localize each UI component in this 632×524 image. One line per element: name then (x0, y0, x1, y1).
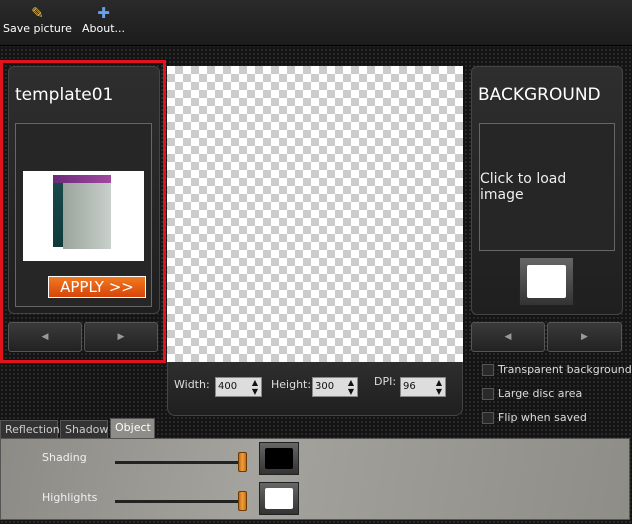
template-next-button[interactable]: ▶ (84, 322, 158, 352)
apply-button[interactable]: APPLY >> (48, 276, 146, 298)
background-next-button[interactable]: ▶ (547, 322, 622, 352)
about-button[interactable]: ✚ About... (82, 4, 125, 35)
load-background-button[interactable]: Click to load image (479, 123, 615, 251)
width-stepper[interactable]: 400 ▲ ▼ (215, 377, 262, 397)
background-panel: BACKGROUND Click to load image (471, 66, 623, 315)
stepper-arrows-icon[interactable]: ▲ ▼ (436, 378, 442, 396)
shading-slider-thumb[interactable] (238, 452, 247, 472)
highlights-label: Highlights (42, 491, 98, 504)
tab-reflection[interactable]: Reflection (0, 420, 60, 438)
highlights-slider-track[interactable] (115, 500, 241, 503)
template-prev-button[interactable]: ◀ (8, 322, 82, 352)
highlights-color-swatch[interactable] (259, 482, 299, 515)
template-title: template01 (15, 85, 114, 105)
stepper-arrows-icon[interactable]: ▲ ▼ (348, 378, 354, 396)
template-preview-frame[interactable]: APPLY >> (15, 123, 152, 307)
tab-object[interactable]: Object (110, 418, 155, 438)
template-panel: template01 APPLY >> (8, 66, 160, 314)
width-label: Width: (174, 378, 210, 391)
shading-slider-track[interactable] (115, 461, 241, 464)
save-picture-button[interactable]: ✎ Save picture (3, 4, 72, 35)
background-title: BACKGROUND (478, 85, 601, 105)
preview-canvas[interactable] (167, 66, 463, 362)
shading-color-swatch[interactable] (259, 442, 299, 475)
pencil-icon: ✎ (31, 4, 44, 22)
shading-label: Shading (42, 451, 87, 464)
template-thumbnail (23, 171, 144, 261)
size-panel: Width: 400 ▲ ▼ Height: 300 ▲ ▼ DPI: 96 ▲ ▼ (167, 362, 463, 416)
flip-when-saved-checkbox[interactable]: Flip when saved (482, 411, 587, 424)
background-prev-button[interactable]: ◀ (471, 322, 545, 352)
height-label: Height: (271, 378, 312, 391)
tab-shadow[interactable]: Shadow (60, 420, 108, 438)
height-stepper[interactable]: 300 ▲ ▼ (312, 377, 358, 397)
dpi-label: DPI: (374, 375, 397, 388)
background-color-swatch[interactable] (519, 257, 574, 306)
plus-icon: ✚ (97, 4, 110, 22)
toolbar: ✎ Save picture ✚ About... (0, 0, 632, 46)
large-disc-area-checkbox[interactable]: Large disc area (482, 387, 582, 400)
transparent-background-checkbox[interactable]: Transparent background (482, 363, 632, 376)
object-settings-panel: Shading Highlights (0, 438, 630, 520)
dpi-stepper[interactable]: 96 ▲ ▼ (400, 377, 446, 397)
highlights-slider-thumb[interactable] (238, 491, 247, 511)
stepper-arrows-icon[interactable]: ▲ ▼ (252, 378, 258, 396)
